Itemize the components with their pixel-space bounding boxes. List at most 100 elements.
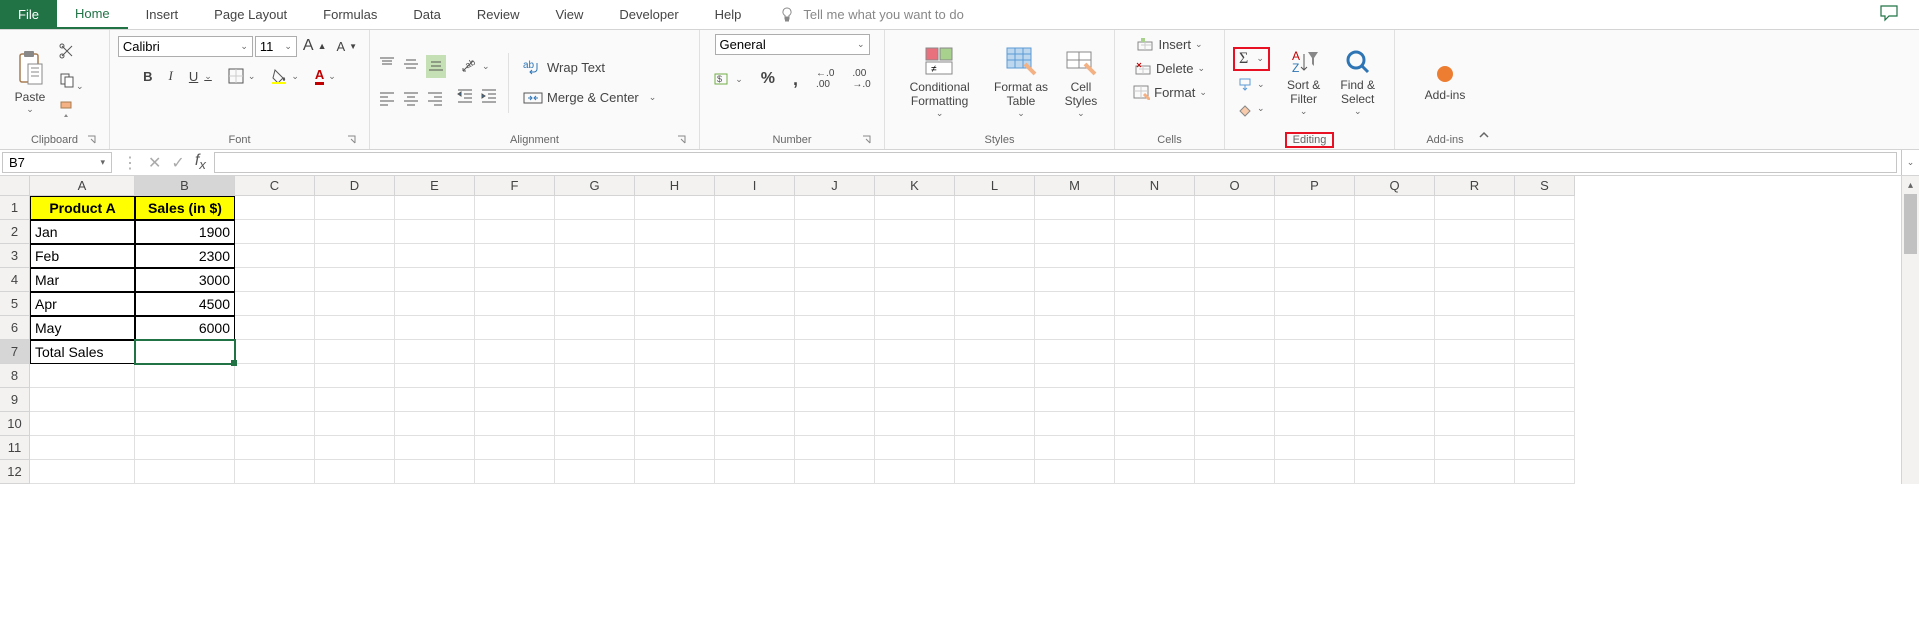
comments-icon[interactable] bbox=[1879, 4, 1899, 27]
cell-S8[interactable] bbox=[1515, 364, 1575, 388]
column-header-S[interactable]: S bbox=[1515, 176, 1575, 196]
tab-insert[interactable]: Insert bbox=[128, 0, 197, 29]
cell-F2[interactable] bbox=[475, 220, 555, 244]
cell-C2[interactable] bbox=[235, 220, 315, 244]
grow-font-button[interactable]: A▲ bbox=[299, 35, 331, 57]
bold-button[interactable]: B bbox=[139, 67, 156, 86]
copy-button[interactable]: ⌄ bbox=[58, 71, 84, 94]
align-left-button[interactable] bbox=[378, 90, 396, 111]
sort-filter-button[interactable]: AZ Sort & Filter⌄ bbox=[1278, 46, 1330, 120]
cell-D3[interactable] bbox=[315, 244, 395, 268]
cell-D11[interactable] bbox=[315, 436, 395, 460]
column-header-G[interactable]: G bbox=[555, 176, 635, 196]
cell-S5[interactable] bbox=[1515, 292, 1575, 316]
cell-L2[interactable] bbox=[955, 220, 1035, 244]
delete-cells-button[interactable]: Delete⌄ bbox=[1130, 58, 1209, 78]
cell-I2[interactable] bbox=[715, 220, 795, 244]
cell-M12[interactable] bbox=[1035, 460, 1115, 484]
cell-G1[interactable] bbox=[555, 196, 635, 220]
wrap-text-button[interactable]: abWrap Text bbox=[519, 57, 660, 79]
cell-E6[interactable] bbox=[395, 316, 475, 340]
cell-N3[interactable] bbox=[1115, 244, 1195, 268]
font-dialog-launcher[interactable] bbox=[345, 133, 359, 147]
column-header-K[interactable]: K bbox=[875, 176, 955, 196]
cell-N8[interactable] bbox=[1115, 364, 1195, 388]
cell-J11[interactable] bbox=[795, 436, 875, 460]
enter-button[interactable]: ✓ bbox=[171, 153, 184, 173]
cell-P5[interactable] bbox=[1275, 292, 1355, 316]
cell-I1[interactable] bbox=[715, 196, 795, 220]
cell-A7[interactable]: Total Sales bbox=[30, 340, 135, 364]
find-select-button[interactable]: Find & Select⌄ bbox=[1329, 46, 1386, 120]
cell-S3[interactable] bbox=[1515, 244, 1575, 268]
cell-N5[interactable] bbox=[1115, 292, 1195, 316]
column-header-E[interactable]: E bbox=[395, 176, 475, 196]
cell-N7[interactable] bbox=[1115, 340, 1195, 364]
formula-bar-options[interactable]: ⋮ bbox=[122, 153, 138, 173]
cell-P11[interactable] bbox=[1275, 436, 1355, 460]
cell-B6[interactable]: 6000 bbox=[135, 316, 235, 340]
cell-Q5[interactable] bbox=[1355, 292, 1435, 316]
cell-C6[interactable] bbox=[235, 316, 315, 340]
cell-L5[interactable] bbox=[955, 292, 1035, 316]
row-header-1[interactable]: 1 bbox=[0, 196, 30, 220]
cell-D6[interactable] bbox=[315, 316, 395, 340]
cell-H10[interactable] bbox=[635, 412, 715, 436]
cell-N12[interactable] bbox=[1115, 460, 1195, 484]
column-header-O[interactable]: O bbox=[1195, 176, 1275, 196]
cell-L3[interactable] bbox=[955, 244, 1035, 268]
cell-A12[interactable] bbox=[30, 460, 135, 484]
conditional-formatting-button[interactable]: ≠ Conditional Formatting⌄ bbox=[893, 44, 986, 122]
cell-E9[interactable] bbox=[395, 388, 475, 412]
cell-C7[interactable] bbox=[235, 340, 315, 364]
cell-I10[interactable] bbox=[715, 412, 795, 436]
cell-B3[interactable]: 2300 bbox=[135, 244, 235, 268]
align-center-button[interactable] bbox=[402, 90, 420, 111]
tab-data[interactable]: Data bbox=[395, 0, 458, 29]
collapse-ribbon-button[interactable] bbox=[1477, 128, 1491, 147]
cell-L7[interactable] bbox=[955, 340, 1035, 364]
cell-O3[interactable] bbox=[1195, 244, 1275, 268]
cell-K1[interactable] bbox=[875, 196, 955, 220]
cell-D2[interactable] bbox=[315, 220, 395, 244]
merge-center-button[interactable]: Merge & Center⌄ bbox=[519, 87, 660, 109]
cell-E5[interactable] bbox=[395, 292, 475, 316]
tab-view[interactable]: View bbox=[537, 0, 601, 29]
cell-E11[interactable] bbox=[395, 436, 475, 460]
row-header-11[interactable]: 11 bbox=[0, 436, 30, 460]
tab-developer[interactable]: Developer bbox=[601, 0, 696, 29]
tab-page-layout[interactable]: Page Layout bbox=[196, 0, 305, 29]
cell-F11[interactable] bbox=[475, 436, 555, 460]
cell-L10[interactable] bbox=[955, 412, 1035, 436]
cell-M5[interactable] bbox=[1035, 292, 1115, 316]
cell-M6[interactable] bbox=[1035, 316, 1115, 340]
italic-button[interactable]: I bbox=[165, 66, 177, 86]
column-header-L[interactable]: L bbox=[955, 176, 1035, 196]
column-header-R[interactable]: R bbox=[1435, 176, 1515, 196]
cell-P6[interactable] bbox=[1275, 316, 1355, 340]
cell-R4[interactable] bbox=[1435, 268, 1515, 292]
row-header-12[interactable]: 12 bbox=[0, 460, 30, 484]
underline-button[interactable]: U⌄ bbox=[185, 67, 216, 86]
cell-B1[interactable]: Sales (in $) bbox=[135, 196, 235, 220]
format-painter-button[interactable] bbox=[58, 100, 84, 123]
cell-J5[interactable] bbox=[795, 292, 875, 316]
column-header-C[interactable]: C bbox=[235, 176, 315, 196]
scroll-up-button[interactable]: ▴ bbox=[1902, 176, 1919, 194]
cell-N9[interactable] bbox=[1115, 388, 1195, 412]
cell-D9[interactable] bbox=[315, 388, 395, 412]
cell-G9[interactable] bbox=[555, 388, 635, 412]
comma-button[interactable]: , bbox=[789, 67, 802, 92]
cell-N10[interactable] bbox=[1115, 412, 1195, 436]
row-header-5[interactable]: 5 bbox=[0, 292, 30, 316]
cell-K2[interactable] bbox=[875, 220, 955, 244]
cell-A1[interactable]: Product A bbox=[30, 196, 135, 220]
column-header-Q[interactable]: Q bbox=[1355, 176, 1435, 196]
cell-O2[interactable] bbox=[1195, 220, 1275, 244]
cell-E3[interactable] bbox=[395, 244, 475, 268]
cell-Q2[interactable] bbox=[1355, 220, 1435, 244]
scroll-thumb[interactable] bbox=[1904, 194, 1917, 254]
cell-S4[interactable] bbox=[1515, 268, 1575, 292]
fill-button[interactable]: ⌄ bbox=[1233, 75, 1270, 95]
cell-F8[interactable] bbox=[475, 364, 555, 388]
